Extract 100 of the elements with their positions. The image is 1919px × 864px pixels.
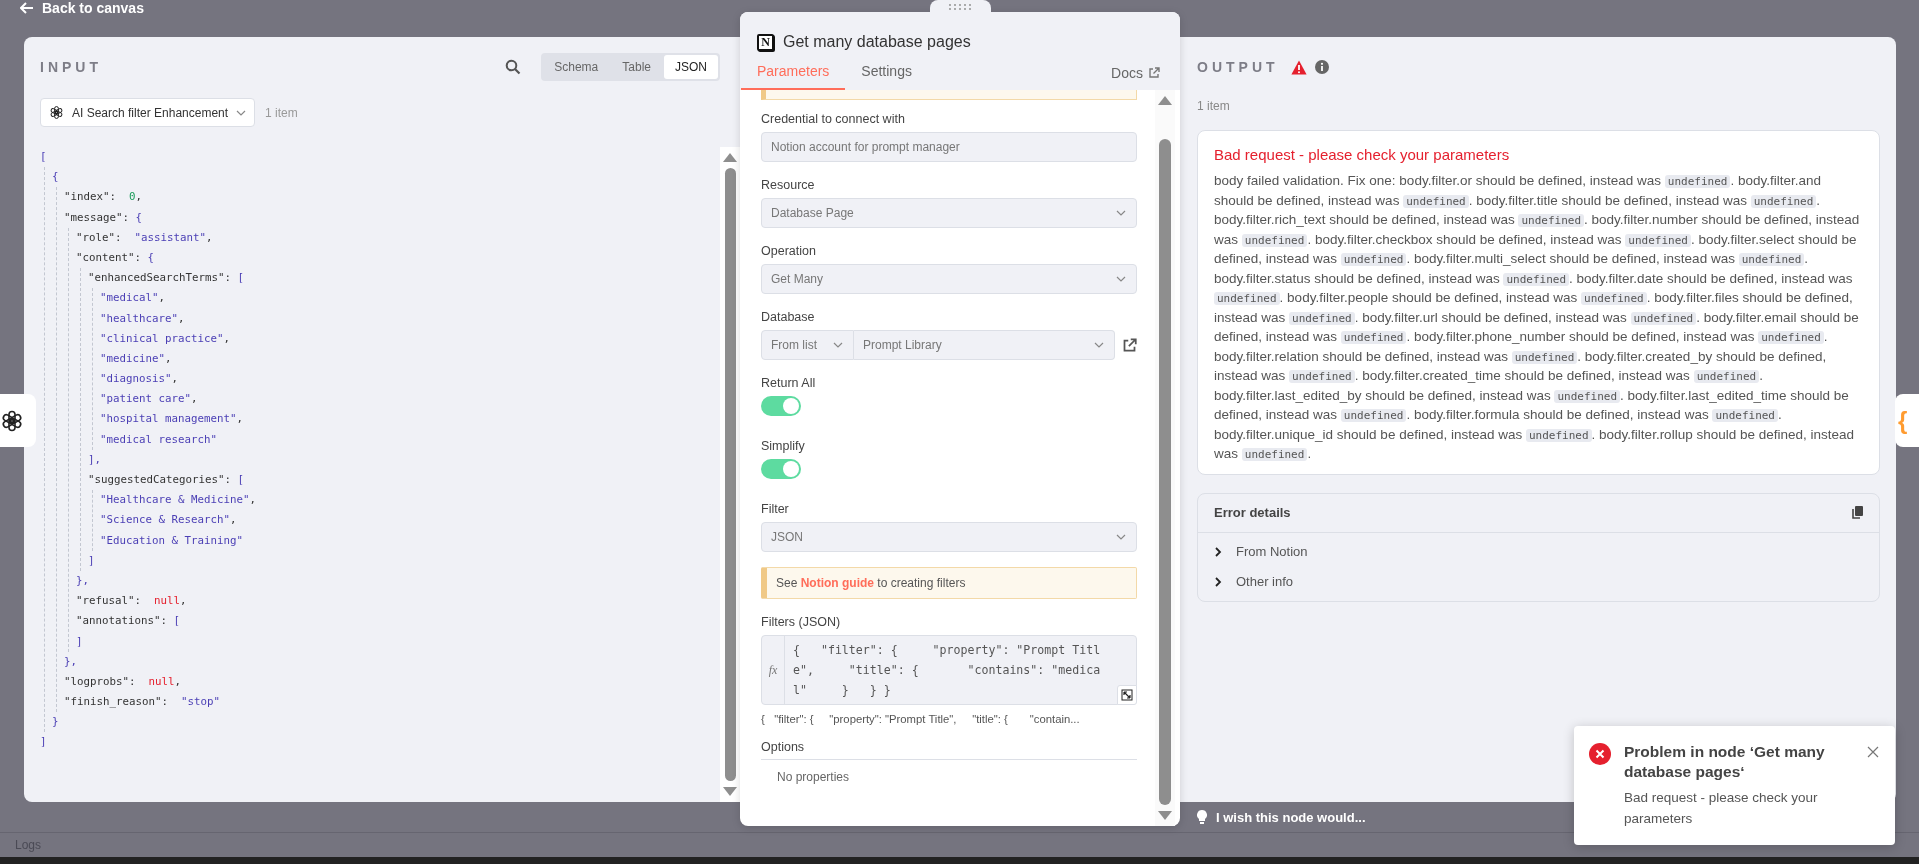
error-title: Bad request - please check your parameters — [1214, 145, 1511, 165]
json-bracket: ] — [40, 735, 47, 749]
json-value: "assistant" — [134, 230, 207, 244]
json-bracket: { — [52, 170, 59, 184]
chevron-down-icon — [1116, 276, 1126, 282]
expression-label: fx — [762, 636, 785, 704]
json-value: "medical" — [100, 291, 159, 305]
feedback-link[interactable]: I wish this node would... — [1216, 809, 1366, 825]
dropdown[interactable]: JSON — [761, 522, 1137, 552]
json-value: "clinical practice" — [100, 331, 224, 345]
external-link-icon — [1122, 337, 1137, 353]
chevron-down-icon — [833, 342, 843, 348]
expand-button[interactable] — [1117, 685, 1137, 705]
json-punctuation: , — [223, 331, 231, 345]
json-key: "message": — [64, 210, 129, 224]
back-link[interactable]: Back to canvas — [20, 0, 144, 16]
json-punctuation: , — [165, 351, 172, 365]
scrollbar-thumb[interactable] — [724, 168, 736, 781]
field-label: Operation — [761, 243, 817, 259]
json-key: "logprobs": — [64, 674, 136, 688]
json-value: null — [148, 674, 175, 688]
json-value: "medical research" — [100, 432, 217, 446]
field-label: Filters (JSON) — [761, 614, 842, 630]
view-tab[interactable]: Table — [611, 55, 662, 79]
json-bracket: }, — [64, 654, 77, 668]
json-key: "annotations": — [76, 614, 167, 628]
section-title: Error details — [1214, 505, 1291, 520]
scroll-down-icon — [723, 787, 737, 796]
json-bracket: ] — [76, 634, 83, 648]
json-bracket: [ — [40, 150, 47, 163]
scrollbar-thumb[interactable] — [1159, 139, 1171, 805]
json-bracket: { — [135, 210, 143, 224]
field-label: Credential to connect with — [761, 111, 906, 127]
node-dropdown[interactable]: AI Search filter Enhancement — [40, 98, 256, 127]
error-message: body failed validation. Fix one: body.filter.or should be defined, instead was undefined . body.filter.and should be defined, instead was undefined . body.filter.title should be defined, instead was undefined . body.filter.rich_text should be defined, instead was undefined . body.filter.number should be defined, instead was undefined . body.filter.checkbox should be defined, instead was undefined . body.filter.select should be defined, instead was undefined . body.filter.multi_select should be defined, instead was undefined . body.filter.status should be defined, instead was undefined . body.filter.date should be defined, instead was undefined . body.filter.people should be defined, instead was undefined . body.filter.files should be defined, instead was undefined . body.filter.url should be defined, instead was undefined . body.filter.email should be defined, instead was undefined . body.filter.phone_number should be defined, instead was undefined . body.filter.relation should be defined, instead was undefined . body.filter.created_by should be defined, instead was undefined . body.filter.created_time should be defined, instead was undefined . body.filter.last_edited_by should be defined, instead was undefined . body.filter.last_edited_time should be defined, instead was undefined . body.filter.formula should be defined, instead was undefined . body.filter.unique_id should be defined, instead was undefined . body.filter.rollup should be defined, instead was undefined . — [1214, 172, 1861, 463]
close-icon[interactable] — [1867, 746, 1879, 758]
json-bracket: [ — [237, 473, 245, 486]
chevron-down-icon — [1094, 342, 1104, 348]
info-icon — [1314, 60, 1329, 74]
scroll-up-icon — [1158, 96, 1172, 105]
details-row[interactable]: From Notion — [1198, 536, 1879, 567]
json-bracket: [ — [237, 271, 245, 285]
panel-title: INPUT — [40, 59, 102, 75]
toggle-switch[interactable] — [761, 396, 801, 416]
json-punctuation: , — [180, 594, 187, 608]
field-label: Filter — [761, 501, 790, 517]
dropdown[interactable]: Prompt Library — [854, 330, 1115, 360]
external-link-icon — [1148, 67, 1160, 79]
warning-icon — [1290, 59, 1307, 75]
chevron-down-icon — [236, 109, 247, 116]
toast-title: Problem in node ‘Get many database pages‘ — [1624, 742, 1826, 782]
back-arrow-icon — [20, 2, 34, 14]
panel-title: OUTPUT — [1197, 59, 1279, 75]
error-icon — [1589, 743, 1611, 765]
docs-link[interactable]: Docs — [1111, 65, 1160, 90]
json-bracket: ], — [88, 452, 101, 466]
json-value: "Healthcare & Medicine" — [100, 493, 250, 507]
dropdown[interactable]: Database Page — [761, 198, 1137, 228]
json-value: "medicine" — [100, 351, 165, 365]
json-bracket: } — [52, 715, 59, 729]
guide-link[interactable]: Notion guide — [800, 576, 874, 590]
json-punctuation: , — [236, 412, 244, 426]
notice-text: See Notion guide to creating filters — [776, 576, 966, 590]
panel-tab[interactable]: Settings — [845, 63, 928, 90]
json-value: "stop" — [181, 695, 221, 709]
json-punctuation: , — [171, 372, 179, 386]
input-node-tab[interactable] — [0, 394, 36, 447]
details-row[interactable]: Other info — [1198, 566, 1879, 597]
view-tab[interactable]: Schema — [543, 55, 610, 79]
drag-handle-icon — [947, 4, 974, 10]
json-key: "enhancedSearchTerms": — [88, 271, 231, 285]
dropdown[interactable]: Get Many — [761, 264, 1137, 294]
text-field[interactable]: Notion account for prompt manager — [761, 132, 1137, 162]
field-label: Simplify — [761, 438, 806, 454]
json-bracket: }, — [76, 573, 89, 587]
json-value: 0 — [129, 190, 136, 204]
chevron-down-icon — [1116, 534, 1126, 540]
mode-dropdown[interactable]: From list — [761, 330, 854, 360]
json-punctuation: , — [249, 493, 257, 507]
bulb-icon — [1197, 810, 1207, 824]
drag-handle[interactable] — [930, 0, 991, 14]
field-label: Resource — [761, 177, 816, 193]
json-punctuation: , — [230, 513, 237, 527]
json-punctuation: , — [191, 392, 198, 406]
json-value: "diagnosis" — [100, 372, 172, 386]
scroll-up-icon — [723, 153, 737, 162]
json-key: "finish_reason": — [64, 695, 168, 709]
view-tab[interactable]: JSON — [664, 55, 718, 79]
logo-icon — [49, 105, 64, 120]
code-text: { "filter": { "property": "Prompt Title", "title": { "contains": "medical" } } } — [792, 642, 1102, 699]
notion-logo: N — [757, 33, 774, 51]
search-icon[interactable] — [505, 59, 522, 75]
json-punctuation: , — [158, 291, 166, 305]
item-count: 1 item — [265, 105, 298, 120]
toggle-switch[interactable] — [761, 459, 801, 479]
json-bracket: [ — [173, 614, 181, 628]
json-punctuation: , — [174, 674, 182, 688]
code-editor[interactable]: fx { "filter": { "property": "Prompt Title", "title": { "contains": "medical" } } } — [761, 635, 1137, 705]
empty-text: No properties — [776, 769, 851, 784]
field-label: Return All — [761, 375, 817, 391]
